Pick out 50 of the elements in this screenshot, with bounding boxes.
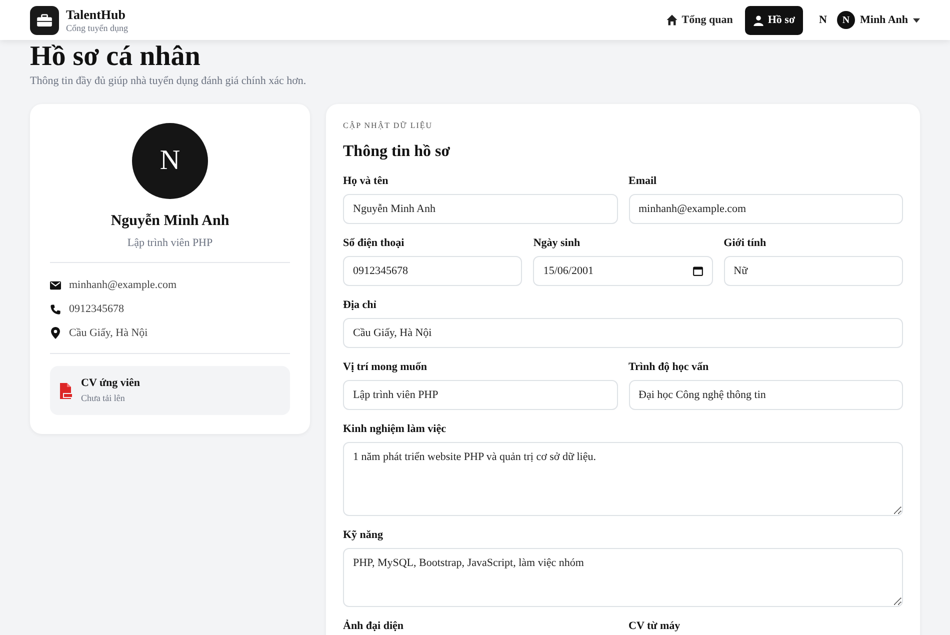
profile-role: Lập trình viên PHP (126, 236, 214, 250)
profile-name: Nguyễn Minh Anh (110, 212, 230, 231)
user-menu[interactable]: N Minh Anh (837, 11, 920, 29)
profile-avatar: N (132, 123, 208, 199)
user-avatar: N (837, 11, 855, 29)
brand-name[interactable]: TalentHub (66, 8, 128, 20)
person-icon (752, 14, 764, 26)
date-input[interactable]: 15/06/2001 (533, 256, 713, 286)
field-label: Vị trí mong muốn (343, 360, 428, 374)
nav-link[interactable]: Hồ sơ (744, 6, 804, 34)
field-label: CV từ máy (628, 619, 682, 633)
pdf-file-icon (59, 382, 73, 398)
field-label: Địa chỉ (343, 298, 378, 312)
caret-icon (913, 18, 920, 22)
text-input[interactable]: minhanh@example.com (628, 194, 903, 224)
house-icon (666, 14, 678, 26)
map-pin-icon (50, 327, 61, 339)
section-eyebrow: CẬP NHẬT DỮ LIỆU (343, 120, 434, 132)
field-label: Kinh nghiệm làm việc (343, 422, 447, 436)
text-input[interactable]: Cầu Giấy, Hà Nội (343, 318, 903, 348)
briefcase-icon (30, 6, 59, 34)
contact-text: 0912345678 (69, 302, 124, 317)
contact-text: minhanh@example.com (69, 278, 177, 293)
field-label: Số điện thoại (343, 236, 406, 250)
envelope-icon (50, 280, 61, 290)
text-input[interactable]: Lập trình viên PHP (343, 380, 618, 410)
page-title: Hồ sơ cá nhân (30, 42, 202, 72)
field-label: Email (628, 174, 658, 188)
cv-title: CV ứng viên (81, 377, 140, 391)
form-title: Thông tin hồ sơ (343, 142, 452, 162)
calendar-icon (692, 266, 703, 276)
nav-link[interactable]: Tổng quan (658, 6, 741, 34)
field-label: Họ và tên (343, 174, 390, 188)
text-area[interactable]: PHP, MySQL, Bootstrap, JavaScript, làm việc nhóm (343, 548, 903, 607)
page-subtitle: Thông tin đầy đủ giúp nhà tuyển dụng đánh giá chính xác hơn. (30, 74, 308, 88)
field-label: Trình độ học vấn (628, 360, 710, 374)
contact-text: Cầu Giấy, Hà Nội (69, 326, 148, 341)
field-label: Ảnh đại diện (343, 619, 405, 633)
text-area[interactable]: 1 năm phát triển website PHP và quản trị cơ sở dữ liệu. (343, 442, 903, 516)
brand-tagline: Cổng tuyển dụng (66, 24, 128, 32)
text-input[interactable]: Đại học Công nghệ thông tin (628, 380, 903, 410)
text-input[interactable]: 0912345678 (343, 256, 522, 286)
phone-icon (50, 304, 61, 314)
field-label: Giới tính (724, 236, 768, 250)
user-initial: N (819, 12, 827, 28)
field-label: Ngày sinh (533, 236, 582, 250)
field-label: Kỹ năng (343, 528, 384, 542)
text-input[interactable]: Nguyễn Minh Anh (343, 194, 618, 224)
text-input[interactable]: Nữ (724, 256, 903, 286)
cv-status: Chưa tải lên (81, 392, 126, 404)
